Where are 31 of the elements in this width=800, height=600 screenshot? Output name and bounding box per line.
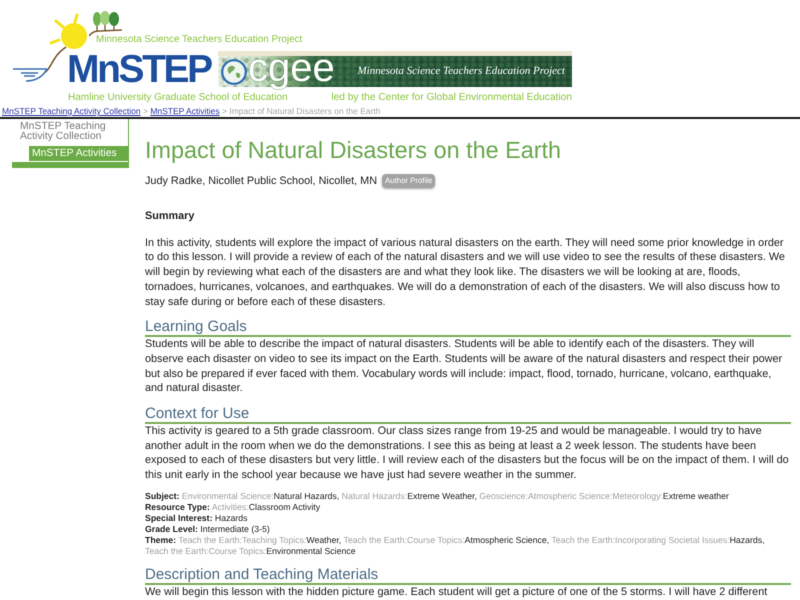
metadata-row-text: Grade Level: Intermediate (3-5): [145, 524, 271, 536]
author-name: Judy Radke, Nicollet Public School, Nicollet, MN: [145, 174, 378, 188]
section-heading: Summary: [145, 209, 194, 224]
section-heading: Learning Goals: [145, 319, 791, 338]
paragraph: This activity is geared to a 5th grade classroom. Our class sizes range from 19-25 and would be manageable. I would try to have another adult in the room when we do the demonstrations. I see this as being at least a 2 week lesson. The students have been exposed to each of these disasters but very little. I will review each of the disasters but the focus will be on the impact of them. I will do this unit early in the school year because we have just had severe weather in the summer.: [145, 424, 790, 483]
paragraph: Students will be able to describe the impact of natural disasters. Students will be able to identify each of the disasters. They will observe each disaster on video to see its impact on the Earth. Students will be aware of the natural disasters and respect their power but also be prepared if ever faced with them. Vocabulary words will include: impact, flood, tornado, hurricane, volcano, earthquake, and natural disaster.: [145, 337, 784, 396]
breadcrumb-separator: >: [222, 106, 227, 116]
sun-icon: [48, 13, 90, 50]
logo-subtitle: Hamline University Graduate School of Education: [68, 92, 288, 104]
metadata-row-text: Theme: Teach the Earth:Teaching Topics:Weather, Teach the Earth:Course Topics:Atmospheric Science, Teach the Earth:Incorporating Societal Issues:Hazards, Teach the Earth:Course Topics:Environmental Science: [145, 535, 766, 558]
metadata-row-text: Resource Type: Activities:Classroom Activity: [145, 502, 322, 514]
paragraph: We will begin this lesson with the hidden picture game. Each student will get a picture of one of the 5 storms. I will have 2 different: [145, 585, 768, 600]
globe-icon: [221, 58, 247, 84]
section-heading: Description and Teaching Materials: [145, 567, 791, 586]
page-title: Impact of Natural Disasters on the Earth: [145, 136, 562, 164]
breadcrumb-separator: >: [142, 106, 148, 116]
hillside-drawing: [43, 46, 67, 74]
sidebar-item[interactable]: MnSTEP Teaching Activity Collection: [12, 122, 128, 142]
logo-tagline: Minnesota Science Teachers Education Project: [96, 34, 302, 45]
section-heading: Context for Use: [145, 406, 791, 424]
metadata-row-text: Subject: Environmental Science:Natural Hazards, Natural Hazards:Extreme Weather, Geoscience:Atmospheric Science:Meteorology:Extreme weather: [145, 490, 730, 502]
metadata-row-text: Special Interest: Hazards: [145, 513, 248, 524]
logo-wordmark: MnSTEP: [67, 51, 211, 89]
banner-tagline: Minnesota Science Teachers Education Project: [357, 65, 565, 78]
breadcrumb-current: Impact of Natural Disasters on the Earth: [229, 106, 381, 116]
breadcrumb-link[interactable]: MnSTEP Activities: [150, 106, 220, 116]
breadcrumb-link[interactable]: MnSTEP Teaching Activity Collection: [2, 106, 141, 116]
water-icon: [12, 66, 48, 83]
paragraph: In this activity, students will explore the impact of various natural disasters on the earth. They will need some prior knowledge in order to do this lesson. I will provide a review of each of the natural disasters and we will use video to see the results of these disasters. We will begin by reviewing what each of the disasters are and what they look like. The disasters we will be looking at are, floods, tornadoes, hurricanes, volcanoes, and earthquakes. We will do a demonstration of each of the disasters. We will also discuss how to stay safe during or before each of these disasters.: [145, 236, 786, 310]
sidebar-item[interactable]: MnSTEP Activities: [29, 146, 128, 161]
banner-caption: led by the Center for Global Environmental Education: [331, 92, 572, 104]
